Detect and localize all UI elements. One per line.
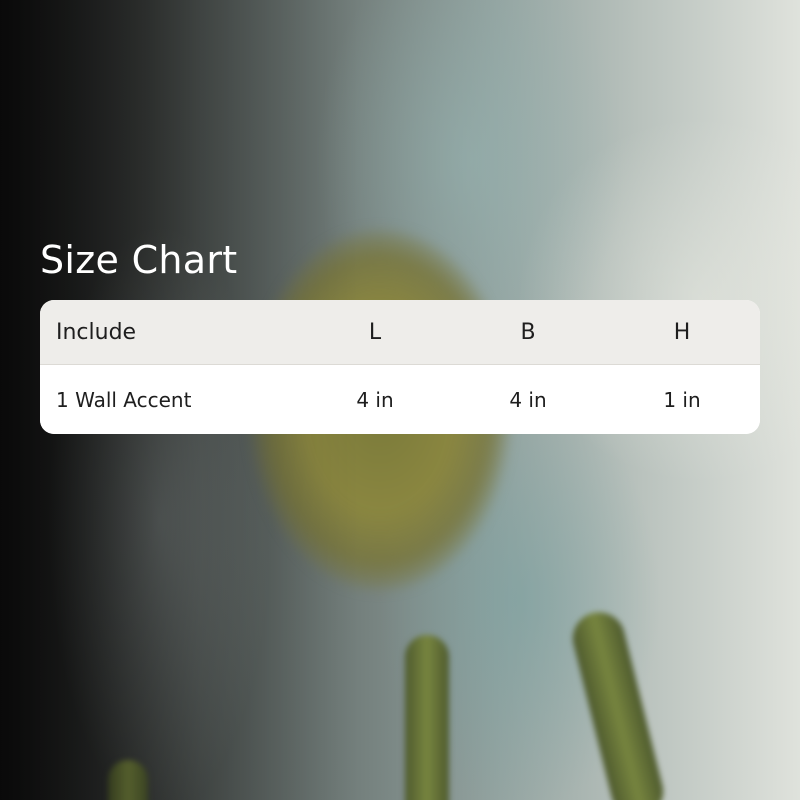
header-breadth: B (520, 319, 536, 345)
table-header-row: Include L B H (40, 300, 760, 365)
cell-length: 4 in (356, 387, 394, 412)
header-length: L (368, 319, 382, 345)
flower-stem (567, 606, 669, 800)
cell-height: 1 in (663, 387, 701, 412)
header-height: H (673, 319, 691, 345)
cell-include: 1 Wall Accent (56, 387, 192, 412)
flower-stem (405, 635, 449, 800)
header-include: Include (56, 319, 137, 345)
page-title: Size Chart (40, 238, 238, 282)
cell-breadth: 4 in (509, 387, 547, 412)
size-chart-table: Include L B H 1 Wall Accent 4 in 4 in 1 … (40, 300, 760, 434)
flower-stem (108, 760, 148, 800)
table-row: 1 Wall Accent 4 in 4 in 1 in (40, 365, 760, 434)
